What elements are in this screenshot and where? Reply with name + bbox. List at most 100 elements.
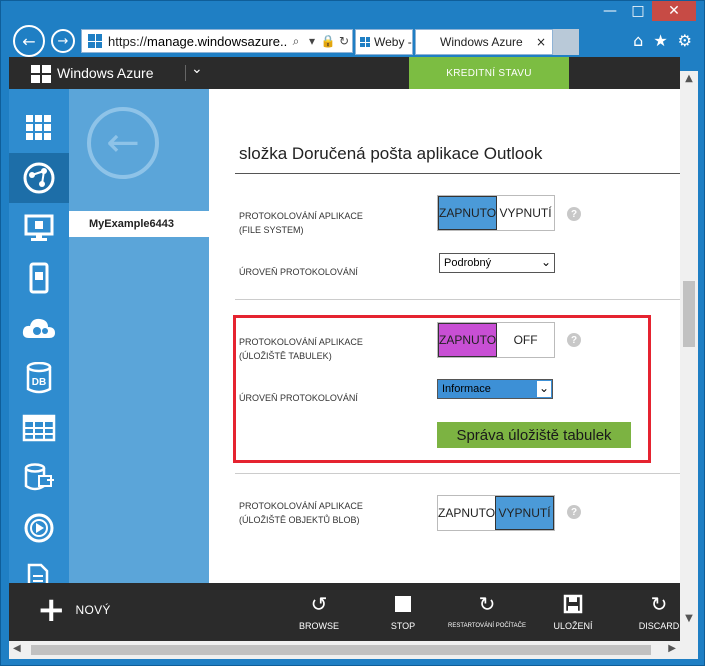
- restart-button[interactable]: ↻ RESTARTOVÁNÍ POČÍTAČE: [447, 591, 527, 629]
- rail-documents[interactable]: [9, 553, 69, 583]
- maximize-icon[interactable]: □: [624, 1, 652, 21]
- browse-button[interactable]: ↺ BROWSE: [279, 591, 359, 631]
- address-bar[interactable]: https://manage.windowsazure.... ⌕ ▾ 🔒 ↻: [81, 29, 353, 53]
- settings-icon[interactable]: ⚙: [678, 31, 692, 50]
- address-url[interactable]: https://manage.windowsazure....: [108, 34, 288, 49]
- table-toggle-on[interactable]: ZAPNUTO: [438, 323, 498, 357]
- left-rail: DB: [9, 89, 69, 583]
- blob-toggle-on[interactable]: ZAPNUTO: [438, 496, 495, 530]
- help-icon[interactable]: ?: [567, 505, 581, 519]
- scroll-up-icon[interactable]: ▲: [680, 73, 698, 89]
- tab-label: Windows Azure: [440, 35, 523, 49]
- tab-close-icon[interactable]: ×: [536, 35, 546, 49]
- tab-label: Weby -: [374, 35, 412, 49]
- windows-logo-icon: [31, 65, 51, 83]
- browser-toolbar: ← → https://manage.windowsazure.... ⌕ ▾ …: [1, 25, 705, 57]
- subnav-item-myexample[interactable]: MyExample6443: [69, 211, 209, 237]
- fs-logging-toggle[interactable]: ZAPNUTO VYPNUTÍ: [437, 195, 555, 231]
- table-toggle-off[interactable]: OFF: [497, 323, 554, 357]
- section-divider: [235, 473, 680, 474]
- save-icon: [533, 591, 613, 617]
- browse-label: BROWSE: [298, 621, 339, 631]
- rail-virtual-machines[interactable]: [9, 203, 69, 253]
- url-prefix: https://: [108, 33, 148, 49]
- fs-level-label: ÚROVEŇ PROTOKOLOVÁNÍ: [239, 267, 358, 277]
- credit-status-button[interactable]: KREDITNÍ STAVU: [409, 57, 569, 89]
- header-title: Windows Azure: [57, 65, 154, 81]
- close-window-icon[interactable]: ✕: [652, 1, 696, 21]
- new-button[interactable]: + NOVÝ: [37, 590, 111, 630]
- manage-table-storage-button[interactable]: Správa úložiště tabulek: [437, 422, 631, 448]
- table-level-select[interactable]: Informace ⌄: [437, 379, 553, 399]
- blob-logging-toggle[interactable]: ZAPNUTO VYPNUTÍ: [437, 495, 555, 531]
- favorites-icon[interactable]: ★: [653, 31, 667, 50]
- horizontal-scrollbar[interactable]: ◀ ▶: [9, 641, 680, 659]
- database-icon: DB: [26, 362, 52, 394]
- tab-windows-azure[interactable]: Windows Azure ×: [415, 29, 553, 55]
- browser-right-icons: ⌂ ★ ⚙: [633, 31, 692, 50]
- refresh-icon[interactable]: ↻: [336, 34, 352, 48]
- database-link-icon: [24, 463, 54, 491]
- new-tab-button[interactable]: [553, 29, 579, 55]
- chevron-down-icon: ⌄: [537, 381, 551, 397]
- save-button[interactable]: ULOŽENÍ: [533, 591, 613, 631]
- dropdown-icon[interactable]: ▾: [304, 34, 320, 48]
- scroll-thumb[interactable]: [683, 281, 695, 347]
- fs-toggle-off[interactable]: VYPNUTÍ: [497, 196, 554, 230]
- table-logging-toggle[interactable]: ZAPNUTO OFF: [437, 322, 555, 358]
- blob-toggle-off[interactable]: VYPNUTÍ: [495, 496, 554, 530]
- cloud-gear-icon: [22, 318, 55, 338]
- chevron-down-icon: ⌄: [540, 255, 551, 269]
- help-icon[interactable]: ?: [567, 207, 581, 221]
- url-host: manage.windowsazure....: [147, 33, 288, 49]
- fs-toggle-on[interactable]: ZAPNUTO: [438, 196, 498, 230]
- back-arrow-icon[interactable]: ←: [87, 107, 159, 179]
- rail-storage[interactable]: [9, 403, 69, 453]
- secondary-nav: ← MyExample6443: [69, 89, 209, 583]
- azure-header: Windows Azure ⌄ KREDITNÍ STAVU: [9, 57, 680, 89]
- save-label: ULOŽENÍ: [553, 621, 593, 631]
- fs-label-line1: PROTOKOLOVÁNÍ APLIKACE: [239, 211, 363, 221]
- scroll-thumb[interactable]: [31, 645, 651, 655]
- header-divider: [185, 65, 186, 81]
- stop-button[interactable]: STOP: [363, 591, 443, 631]
- table-logging-label: PROTOKOLOVÁNÍ APLIKACE (ÚLOŽIŠTĚ TABULEK…: [239, 335, 363, 363]
- browser-window: — □ ✕ ← → https://manage.windowsazure...…: [0, 0, 705, 666]
- lock-icon[interactable]: 🔒: [320, 34, 336, 48]
- play-circle-icon: [24, 513, 54, 543]
- rail-mobile-services[interactable]: [9, 253, 69, 303]
- back-icon[interactable]: ←: [13, 25, 45, 57]
- mobile-icon: [29, 262, 49, 294]
- discard-button[interactable]: ↻ DISCARD: [619, 591, 699, 631]
- discard-label: DISCARD: [638, 621, 680, 631]
- monitor-icon: [24, 214, 54, 241]
- blob-logging-label: PROTOKOLOVÁNÍ APLIKACE (ÚLOŽIŠTĚ OBJEKTŮ…: [239, 499, 363, 527]
- stop-icon: [363, 591, 443, 617]
- section-divider: [235, 299, 680, 300]
- scroll-right-icon[interactable]: ▶: [668, 643, 676, 654]
- section-title: složka Doručená pošta aplikace Outlook: [239, 144, 543, 163]
- scroll-left-icon[interactable]: ◀: [13, 643, 21, 654]
- globe-icon: [23, 162, 55, 194]
- rail-cloud-services[interactable]: [9, 303, 69, 353]
- forward-icon[interactable]: →: [51, 29, 75, 53]
- help-icon[interactable]: ?: [567, 333, 581, 347]
- tab-weby[interactable]: Weby -: [355, 29, 413, 55]
- browse-icon: ↺: [310, 592, 328, 616]
- minimize-icon[interactable]: —: [596, 1, 624, 21]
- fs-level-value: Podrobný: [444, 257, 492, 269]
- window-controls: — □ ✕: [596, 1, 696, 21]
- fs-level-select[interactable]: Podrobný ⌄: [439, 253, 555, 273]
- restart-icon: ↻: [478, 592, 496, 616]
- home-icon[interactable]: ⌂: [633, 31, 643, 50]
- rail-web-sites[interactable]: [9, 153, 69, 203]
- rail-media-services[interactable]: [9, 503, 69, 553]
- rail-hdinsight[interactable]: [9, 453, 69, 503]
- rail-all-items[interactable]: [9, 103, 69, 153]
- chevron-down-icon[interactable]: ⌄: [191, 61, 203, 77]
- table-icon: [22, 414, 56, 442]
- rail-sql-databases[interactable]: DB: [9, 353, 69, 403]
- plus-icon: +: [37, 590, 66, 630]
- search-icon[interactable]: ⌕: [288, 34, 304, 49]
- vertical-scrollbar[interactable]: ▲ ▼: [680, 71, 698, 631]
